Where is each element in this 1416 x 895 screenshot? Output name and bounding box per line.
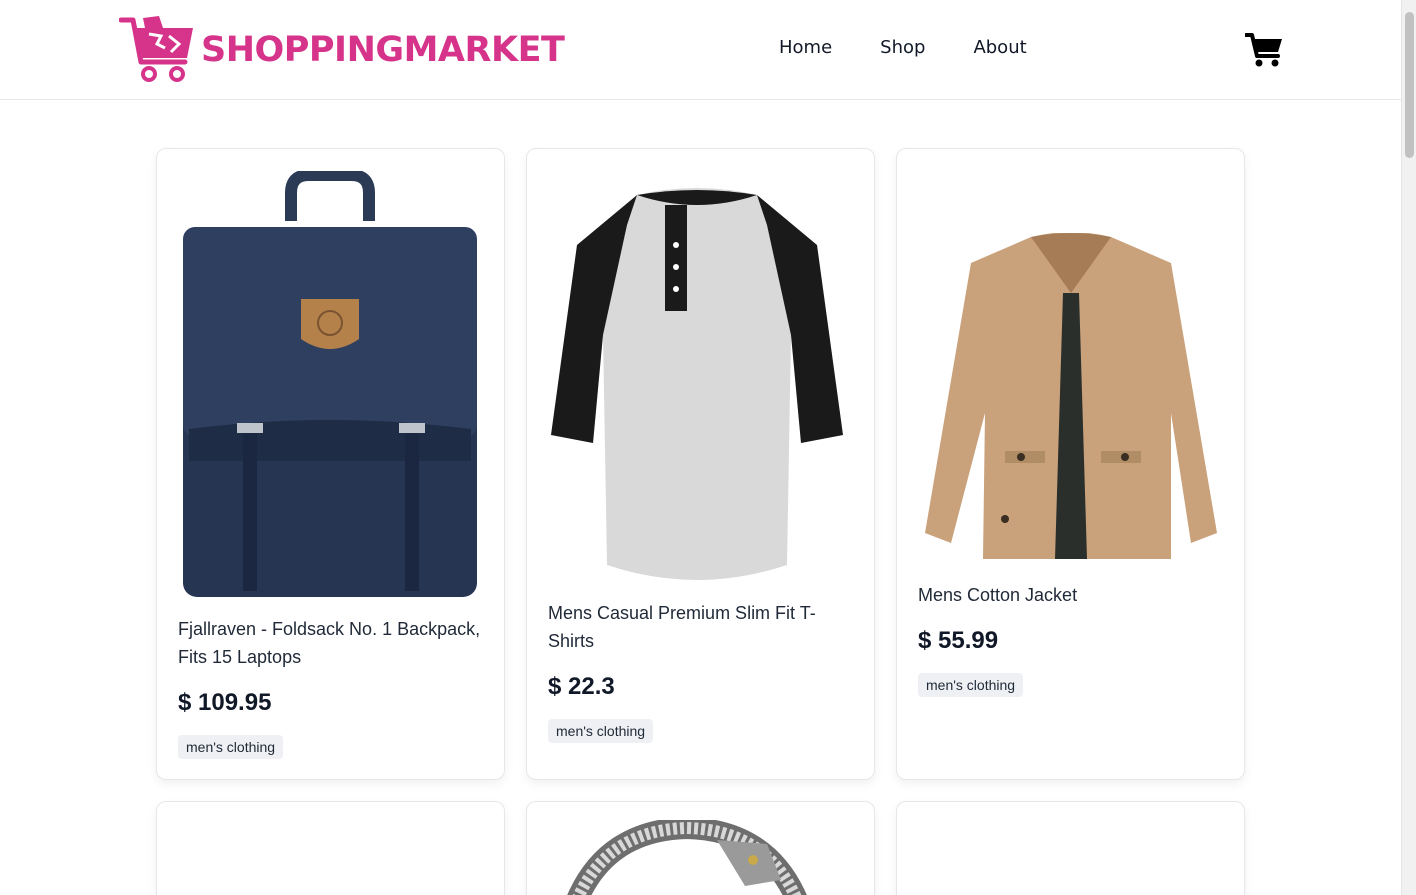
product-image-jacket [925, 233, 1217, 559]
shopping-cart-icon[interactable] [1245, 32, 1283, 68]
nav-about[interactable]: About [973, 37, 1026, 58]
main-nav: Home Shop About [779, 37, 1027, 58]
shopping-cart-logo-icon [119, 16, 193, 82]
product-card[interactable]: Mens Cotton Jacket $ 55.99 men's clothin… [896, 148, 1245, 780]
product-card[interactable]: Mens Casual Premium Slim Fit T-Shirts $ … [526, 148, 875, 780]
product-title: Mens Cotton Jacket [918, 585, 1078, 605]
nav-shop[interactable]: Shop [880, 37, 925, 58]
brand-logo[interactable]: SHOPPINGMARKET [119, 14, 565, 84]
product-image-bracelet [567, 820, 807, 895]
product-card[interactable] [896, 801, 1245, 895]
product-price: $ 22.3 [548, 673, 615, 700]
product-price: $ 109.95 [178, 689, 272, 716]
product-card[interactable]: Fjallraven - Foldsack No. 1 Backpack, Fi… [156, 148, 505, 780]
site-header: SHOPPINGMARKET Home Shop About [0, 0, 1401, 100]
category-badge: men's clothing [548, 719, 654, 743]
brand-name: SHOPPINGMARKET [201, 30, 565, 70]
product-title: Mens Casual Premium Slim Fit T-Shirts [548, 603, 816, 651]
product-image-backpack [183, 171, 477, 597]
category-badge: men's clothing [178, 735, 284, 759]
nav-home[interactable]: Home [779, 37, 832, 58]
product-card[interactable] [526, 801, 875, 895]
product-card[interactable] [156, 801, 505, 895]
product-title: Fjallraven - Foldsack No. 1 Backpack, Fi… [178, 619, 481, 667]
category-badge: men's clothing [918, 673, 1024, 697]
scrollbar-thumb[interactable] [1405, 12, 1414, 158]
page-scrollbar[interactable] [1401, 0, 1416, 895]
product-price: $ 55.99 [918, 627, 999, 654]
product-image-tshirt [551, 188, 843, 580]
